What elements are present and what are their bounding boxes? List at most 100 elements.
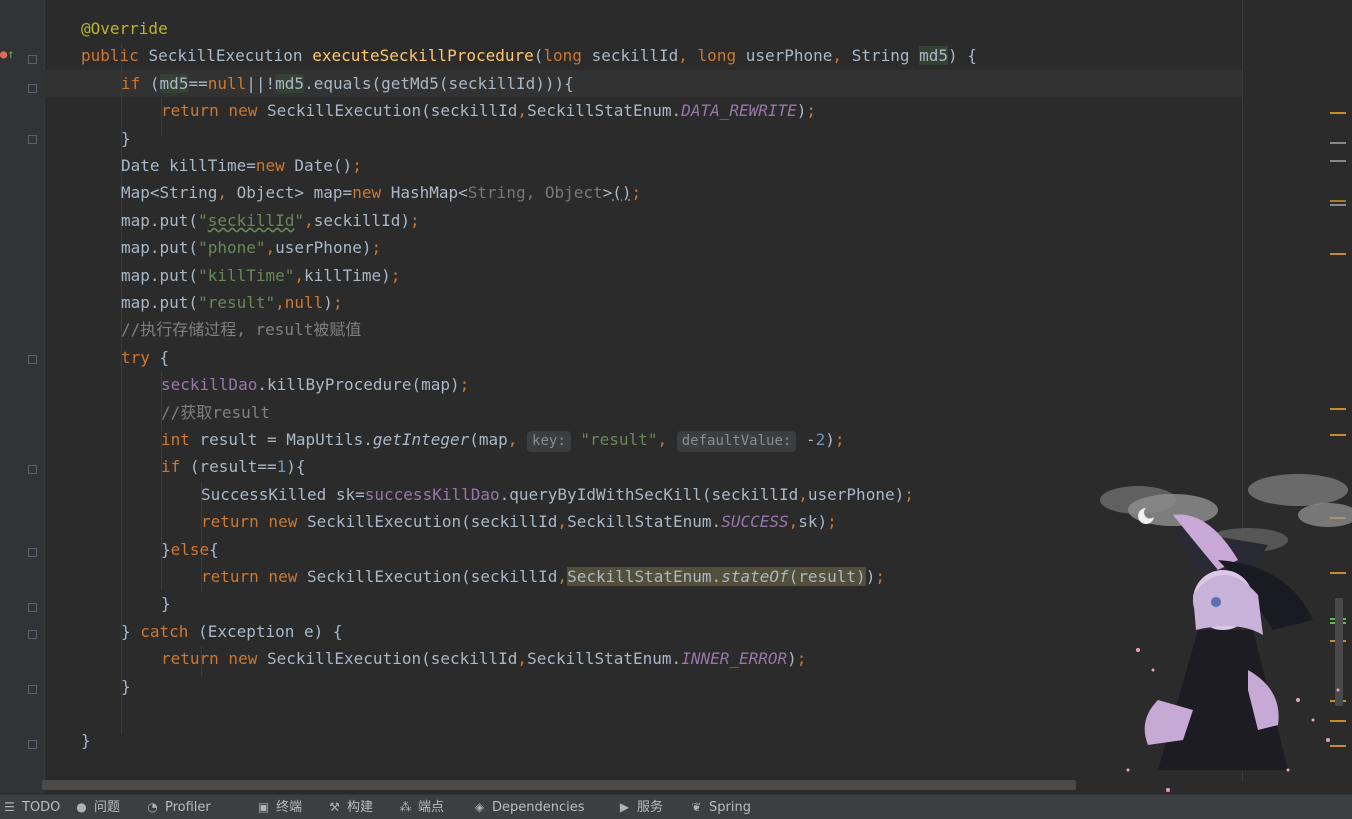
code-token: @Override [81, 19, 168, 38]
code-line[interactable]: SuccessKilled sk=successKillDao.queryByI… [201, 481, 914, 508]
code-token: , [265, 238, 276, 258]
stripe-mark[interactable] [1330, 142, 1346, 144]
code-token: (result== [189, 457, 277, 477]
tool-window-终端[interactable]: ▣ 终端 [256, 798, 302, 816]
fold-marker-icon[interactable] [28, 630, 37, 639]
code-token: (Exception e) { [198, 621, 343, 641]
code-token: userPhone) [275, 238, 372, 258]
profiler-icon: ◔ [147, 800, 158, 814]
fold-marker-icon[interactable] [28, 135, 37, 144]
code-line[interactable]: } [121, 125, 131, 152]
code-token: , [788, 512, 799, 532]
tool-window-dependencies[interactable]: ◈ Dependencies [472, 798, 585, 816]
code-token: result = MapUtils. [199, 430, 373, 449]
stripe-mark[interactable] [1330, 200, 1346, 202]
tool-window-label: 终端 [276, 800, 303, 815]
code-line[interactable]: return new SeckillExecution(seckillId,Se… [201, 508, 837, 535]
code-line[interactable]: map.put("result",null); [121, 289, 343, 316]
code-line[interactable]: public SeckillExecution executeSeckillPr… [81, 42, 977, 69]
code-token: map.put( [121, 238, 199, 258]
tool-window-label: 端点 [418, 800, 445, 815]
code-line[interactable]: return new SeckillExecution(seckillId,Se… [161, 97, 816, 124]
parameter-hint: key: [527, 431, 571, 452]
code-line[interactable]: Map<String, Object> map=new HashMap<Stri… [121, 179, 641, 206]
code-token: , [798, 484, 808, 504]
tool-window-todo[interactable]: ☰ TODO [2, 798, 60, 816]
code-token: } [161, 594, 171, 614]
fold-marker-icon[interactable] [28, 603, 37, 612]
stripe-mark[interactable] [1330, 112, 1346, 114]
tool-window-构建[interactable]: ⚒ 构建 [327, 798, 373, 816]
code-token: ( [533, 46, 544, 66]
code-line[interactable]: Date killTime=new Date(); [121, 152, 362, 179]
code-line[interactable]: } [161, 590, 171, 617]
code-token: return new [161, 101, 267, 121]
dependencies-icon: ◈ [474, 800, 485, 814]
code-token: } [161, 539, 171, 559]
code-token: String [851, 46, 920, 66]
stripe-mark[interactable] [1330, 408, 1346, 410]
code-token: ||! [246, 73, 276, 93]
code-token: return new [201, 512, 307, 532]
fold-marker-icon[interactable] [28, 548, 37, 557]
fold-marker-icon[interactable] [28, 84, 37, 93]
code-token: , [832, 46, 852, 66]
code-token: userPhone [745, 46, 833, 66]
fold-marker-icon[interactable] [28, 55, 37, 64]
code-line[interactable]: } [121, 673, 131, 700]
stripe-mark[interactable] [1330, 160, 1346, 162]
code-line[interactable]: return new SeckillExecution(seckillId,Se… [201, 563, 885, 590]
code-token: ) [796, 101, 807, 121]
code-line[interactable]: }else{ [161, 536, 219, 563]
stripe-mark[interactable] [1330, 204, 1346, 206]
code-token: (result) [788, 567, 866, 586]
code-line[interactable]: map.put("killTime",killTime); [121, 262, 400, 289]
code-line[interactable]: try { [121, 344, 169, 371]
code-line[interactable]: seckillDao.killByProcedure(map); [161, 371, 469, 398]
code-token: ) { [948, 46, 977, 66]
code-token: ) [825, 430, 835, 449]
code-line[interactable]: //获取result [161, 399, 270, 426]
editor-gutter[interactable]: ●↑ [0, 0, 45, 793]
code-token: new [352, 183, 391, 203]
fold-marker-icon[interactable] [28, 685, 37, 694]
stripe-mark[interactable] [1330, 434, 1346, 436]
code-token: ; [459, 375, 470, 395]
code-line[interactable]: map.put("phone",userPhone); [121, 234, 381, 261]
code-line[interactable]: map.put("seckillId",seckillId); [121, 207, 420, 234]
code-line[interactable]: int result = MapUtils.getInteger(map, ke… [161, 426, 845, 453]
code-line[interactable]: if (result==1){ [161, 453, 306, 480]
fold-marker-icon[interactable] [28, 740, 37, 749]
override-method-icon[interactable]: ●↑ [0, 47, 14, 61]
tool-window-profiler[interactable]: ◔ Profiler [145, 798, 211, 816]
tool-window-端点[interactable]: ⁂ 端点 [398, 798, 445, 816]
code-token: , long [678, 46, 746, 66]
code-line[interactable]: @Override [81, 15, 168, 42]
code-token: , [304, 210, 314, 230]
code-token: public [81, 46, 149, 66]
code-line[interactable]: if (md5==null||!md5.equals(getMd5(seckil… [121, 70, 574, 97]
code-token: SeckillExecution(seckillId [266, 101, 518, 121]
code-line[interactable]: //执行存储过程, result被赋值 [121, 316, 361, 343]
code-line[interactable]: } catch (Exception e) { [121, 618, 343, 645]
stripe-mark[interactable] [1330, 253, 1346, 255]
code-token: SeckillStatEnum. [527, 649, 682, 669]
tool-window-服务[interactable]: ▶ 服务 [617, 798, 663, 816]
code-token: ; [834, 430, 845, 449]
code-token: return new [201, 567, 307, 586]
code-token: return new [161, 649, 267, 669]
tool-window-label: Dependencies [492, 800, 585, 815]
list-icon: ☰ [4, 800, 15, 814]
code-line[interactable]: return new SeckillExecution(seckillId,Se… [161, 645, 806, 672]
tool-window-问题[interactable]: ● 问题 [74, 798, 120, 816]
code-token: String, Object [467, 183, 603, 203]
tool-window-spring[interactable]: ❦ Spring [689, 798, 750, 816]
fold-marker-icon[interactable] [28, 355, 37, 364]
code-token: - [796, 430, 816, 449]
code-line[interactable]: } [81, 727, 91, 754]
horizontal-scrollbar[interactable] [42, 780, 1076, 790]
code-token: ; [796, 649, 807, 669]
code-token: ; [410, 210, 420, 230]
fold-marker-icon[interactable] [28, 465, 37, 474]
code-token: ,null [275, 293, 324, 312]
